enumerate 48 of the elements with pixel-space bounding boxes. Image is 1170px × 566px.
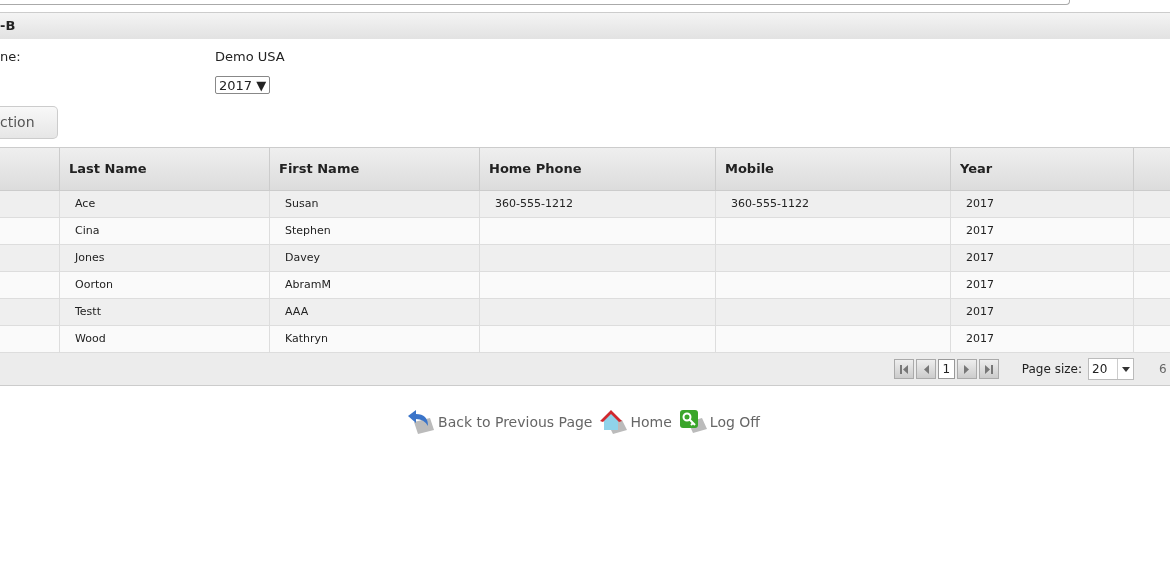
column-header[interactable]: Last Name xyxy=(60,148,270,190)
page-size-select[interactable]: 20 xyxy=(1088,358,1134,380)
next-page-button[interactable] xyxy=(956,359,977,379)
table-cell: Kathryn xyxy=(270,326,480,352)
page-size-label: Page size: xyxy=(1021,361,1082,378)
table-cell: Davey xyxy=(270,245,480,271)
section-title: -B xyxy=(0,17,16,36)
action-button[interactable]: ction xyxy=(0,106,58,139)
table-cell: AbramM xyxy=(270,272,480,298)
column-header[interactable]: Year xyxy=(951,148,1134,190)
name-value: Demo USA xyxy=(215,48,285,67)
table-cell: 2017 xyxy=(951,218,1134,244)
item-count: 6 xyxy=(1159,361,1168,378)
table-cell: Susan xyxy=(270,191,480,217)
column-header[interactable]: First Name xyxy=(270,148,480,190)
previous-arrow-icon xyxy=(921,364,930,374)
table-cell: Stephen xyxy=(270,218,480,244)
table-cell: Testt xyxy=(60,299,270,325)
table-cell: AAA xyxy=(270,299,480,325)
table-cell: 2017 xyxy=(951,191,1134,217)
table-cell: Wood xyxy=(60,326,270,352)
previous-page-button[interactable] xyxy=(915,359,936,379)
last-page-button[interactable] xyxy=(978,359,999,379)
last-arrow-icon xyxy=(984,364,993,374)
column-header[interactable]: Home Phone xyxy=(480,148,716,190)
table-cell: 360-555-1122 xyxy=(716,191,951,217)
key-icon xyxy=(677,408,708,436)
table-cell: 2017 xyxy=(951,272,1134,298)
first-arrow-icon xyxy=(899,364,908,374)
table-cell: 2017 xyxy=(951,245,1134,271)
first-page-button[interactable] xyxy=(893,359,914,379)
house-icon xyxy=(598,408,629,436)
table-cell: 2017 xyxy=(951,299,1134,325)
footer-link[interactable]: Back to Previous Page xyxy=(404,408,593,436)
footer-link[interactable]: Home xyxy=(598,408,672,436)
field-label: ne: xyxy=(0,48,22,67)
table-cell: Ace xyxy=(60,191,270,217)
page-button[interactable]: 1 xyxy=(937,359,955,379)
column-header[interactable]: Mobile xyxy=(716,148,951,190)
table-cell: 2017 xyxy=(951,326,1134,352)
year-select[interactable]: 2017 ▼ xyxy=(215,76,271,94)
table-cell: Cina xyxy=(60,218,270,244)
table-cell: 360-555-1212 xyxy=(480,191,716,217)
dropdown-caret-icon xyxy=(1121,366,1130,372)
footer-link[interactable]: Log Off xyxy=(677,408,760,436)
next-arrow-icon xyxy=(962,364,971,374)
table-cell: Oorton xyxy=(60,272,270,298)
table-cell: Jones xyxy=(60,245,270,271)
